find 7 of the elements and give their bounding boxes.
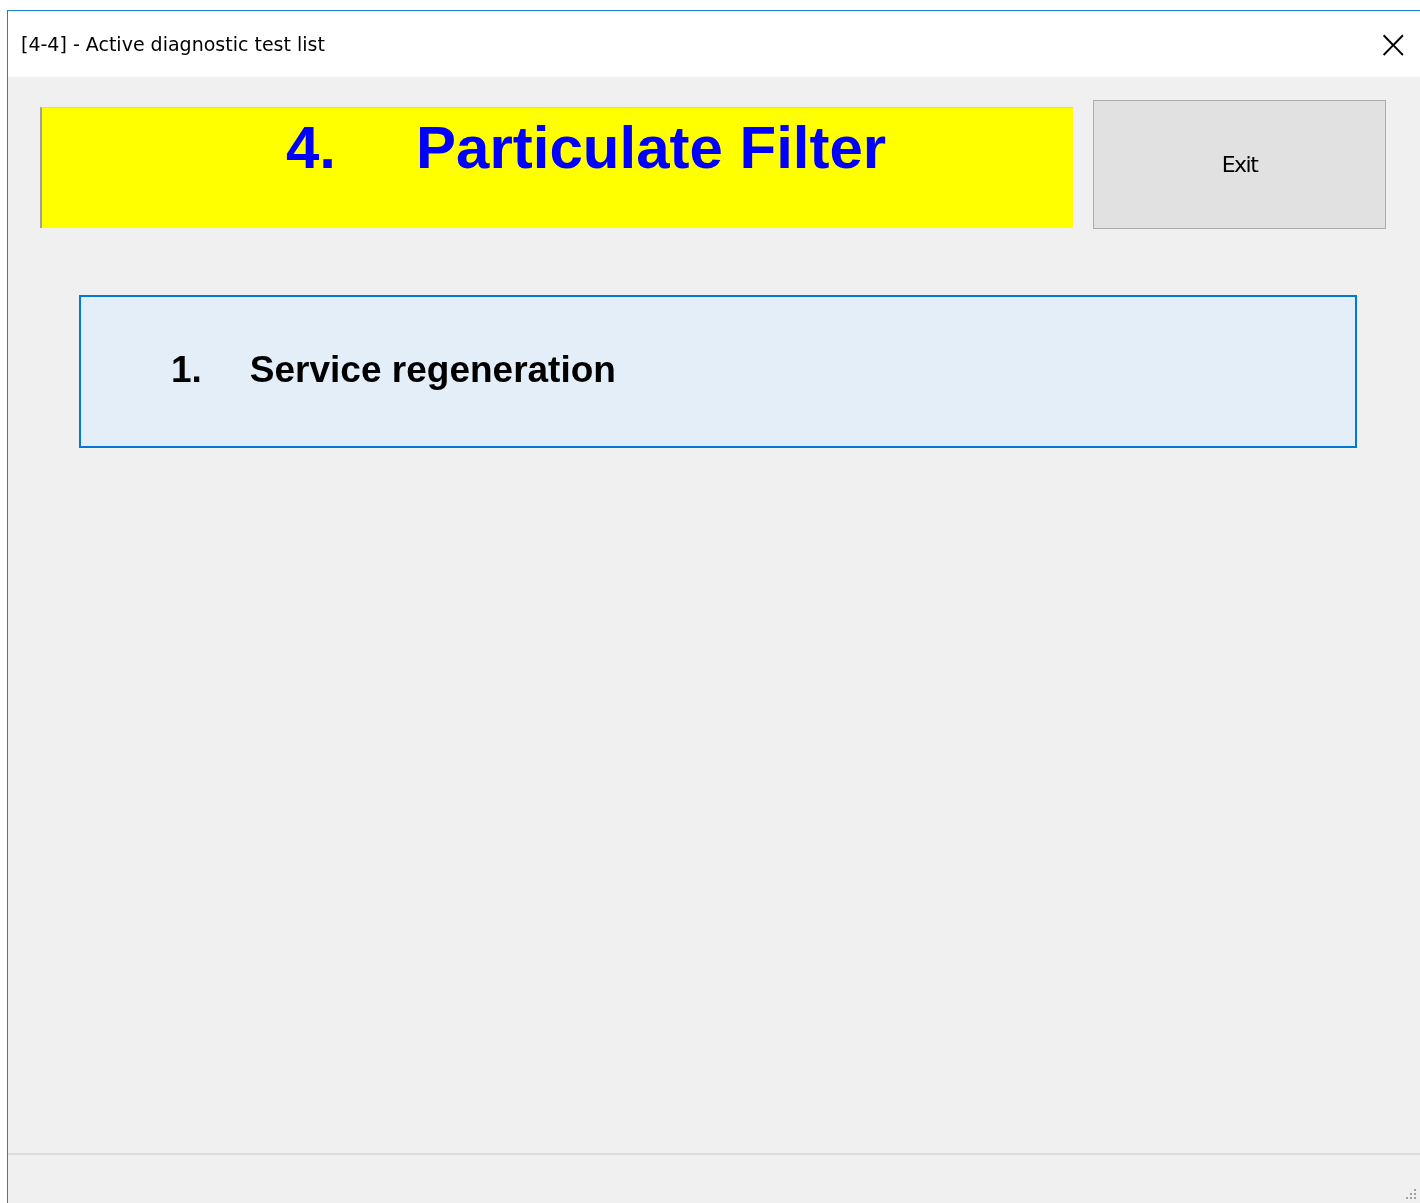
close-button[interactable]: × [1372, 24, 1414, 64]
resize-grip-icon[interactable] [1405, 1188, 1417, 1200]
exit-button[interactable]: Exit [1093, 100, 1386, 229]
header-number: 4. [286, 113, 337, 183]
window-title: [4-4] - Active diagnostic test list [21, 33, 325, 55]
header-title: Particulate Filter [416, 113, 887, 183]
test-item[interactable]: 1. Service regeneration [79, 295, 1357, 448]
